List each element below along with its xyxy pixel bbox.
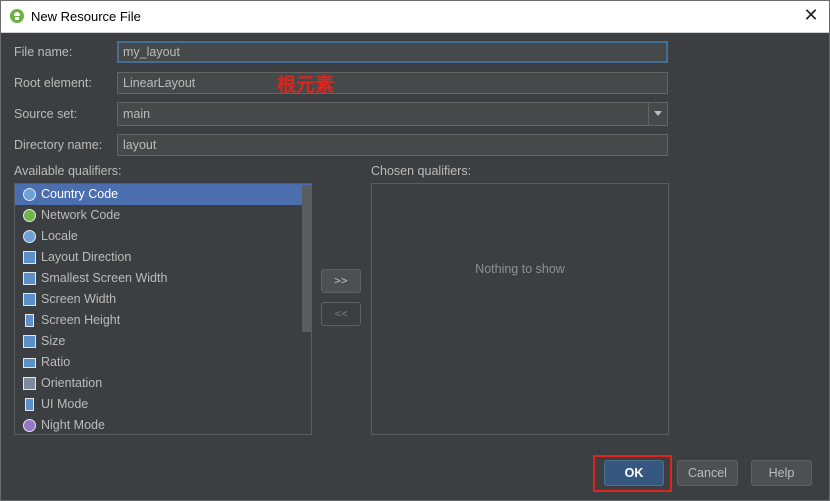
directory-name-label: Directory name: (14, 138, 103, 152)
qualifier-label: Size (41, 334, 66, 348)
empty-list-text: Nothing to show (475, 262, 565, 276)
available-qualifiers-label: Available qualifiers: (14, 164, 122, 178)
qualifier-item-country-code[interactable]: Country Code (15, 184, 311, 205)
layout-direction-icon (23, 251, 36, 264)
qualifier-label: Network Code (41, 208, 121, 222)
width-icon (23, 272, 36, 285)
globe-icon (23, 188, 36, 201)
qualifier-item-smallest-screen-width[interactable]: Smallest Screen Width (15, 268, 311, 289)
qualifier-label: Country Code (41, 187, 119, 201)
close-icon[interactable]: ✕ (801, 6, 821, 26)
qualifier-label: Night Mode (41, 418, 105, 432)
qualifier-label: Screen Height (41, 313, 121, 327)
height-icon (25, 314, 34, 327)
root-element-value: LinearLayout (123, 76, 196, 90)
add-qualifier-button[interactable]: >> (321, 269, 361, 293)
source-set-value: main (123, 107, 151, 121)
qualifier-item-night-mode[interactable]: Night Mode (15, 415, 311, 434)
moon-icon (23, 419, 36, 432)
title-bar[interactable]: New Resource File ✕ (1, 1, 829, 33)
directory-name-value: layout (123, 138, 157, 152)
orientation-icon (23, 377, 36, 390)
android-studio-icon (10, 9, 24, 23)
remove-qualifier-button[interactable]: << (321, 302, 361, 326)
size-icon (23, 335, 36, 348)
source-set-label: Source set: (14, 107, 78, 121)
width-icon (23, 293, 36, 306)
source-set-dropdown[interactable]: main (117, 102, 668, 126)
ratio-icon (23, 358, 36, 368)
root-element-label: Root element: (14, 76, 92, 90)
qualifier-item-orientation[interactable]: Orientation (15, 373, 311, 394)
chosen-qualifiers-list[interactable]: Nothing to show (371, 183, 669, 435)
qualifier-item-locale[interactable]: Locale (15, 226, 311, 247)
chevron-down-icon[interactable] (648, 103, 667, 125)
qualifier-item-network-code[interactable]: Network Code (15, 205, 311, 226)
qualifier-item-ratio[interactable]: Ratio (15, 352, 311, 373)
qualifier-label: UI Mode (41, 397, 89, 411)
list-scrollbar[interactable] (302, 185, 311, 332)
help-button[interactable]: Help (751, 460, 812, 486)
directory-name-field[interactable]: layout (117, 134, 668, 156)
qualifier-item-screen-width[interactable]: Screen Width (15, 289, 311, 310)
dialog-content: File name: Root element: LinearLayout 根元… (1, 33, 829, 500)
globe-icon (23, 230, 36, 243)
qualifier-label: Smallest Screen Width (41, 271, 168, 285)
cancel-button[interactable]: Cancel (677, 460, 738, 486)
window-title: New Resource File (31, 9, 141, 24)
qualifier-item-screen-height[interactable]: Screen Height (15, 310, 311, 331)
qualifier-label: Orientation (41, 376, 103, 390)
qualifier-label: Layout Direction (41, 250, 132, 264)
file-name-label: File name: (14, 45, 73, 59)
new-resource-file-dialog: New Resource File ✕ File name: Root elem… (0, 0, 830, 501)
device-icon (25, 398, 34, 411)
qualifier-label: Ratio (41, 355, 71, 369)
chosen-qualifiers-label: Chosen qualifiers: (371, 164, 472, 178)
network-icon (23, 209, 36, 222)
file-name-field[interactable] (117, 41, 668, 63)
file-name-input[interactable] (123, 45, 643, 59)
qualifier-item-ui-mode[interactable]: UI Mode (15, 394, 311, 415)
qualifier-label: Locale (41, 229, 78, 243)
root-element-annotation: 根元素 (277, 74, 335, 96)
available-qualifiers-list[interactable]: Country Code Network Code Locale Layout … (14, 183, 312, 435)
qualifier-item-layout-direction[interactable]: Layout Direction (15, 247, 311, 268)
qualifier-label: Screen Width (41, 292, 117, 306)
root-element-field[interactable]: LinearLayout (117, 72, 668, 94)
qualifier-item-size[interactable]: Size (15, 331, 311, 352)
ok-highlight-box (593, 455, 672, 492)
